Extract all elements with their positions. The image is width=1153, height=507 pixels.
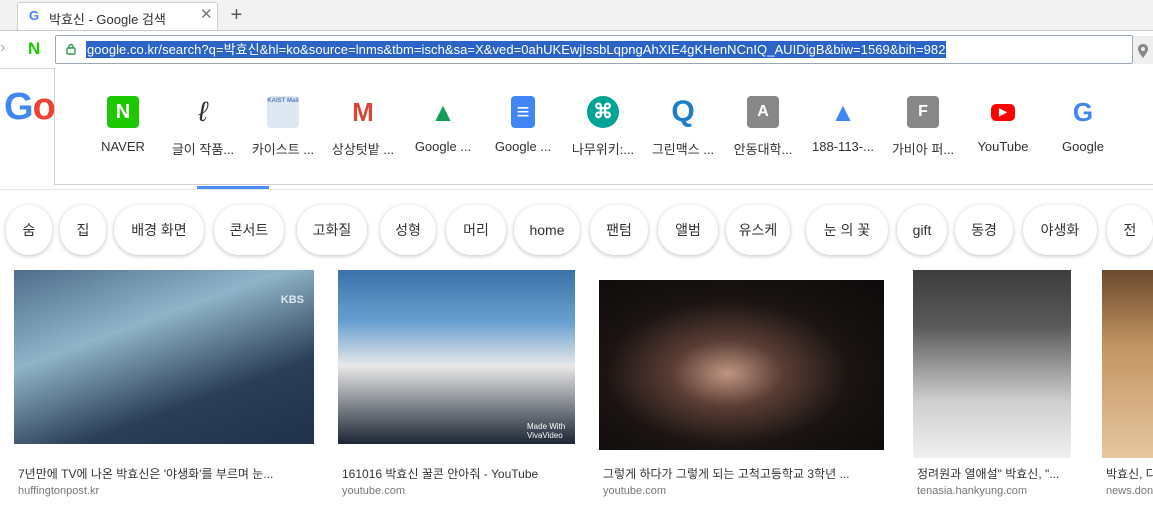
shortcut-tile[interactable]: ≡ Google ... bbox=[483, 96, 563, 166]
naver-icon: N bbox=[107, 96, 139, 128]
search-chip[interactable]: 눈 의 꽃 bbox=[806, 205, 888, 255]
letter-a-icon: A bbox=[747, 96, 779, 128]
youtube-icon: ▶ bbox=[991, 104, 1015, 121]
url-field[interactable]: google.co.kr/search?q=박효신&hl=ko&source=l… bbox=[55, 35, 1133, 64]
result-thumbnail[interactable]: KBS bbox=[14, 270, 314, 444]
shortcut-tile[interactable]: ℓ 글이 작품... bbox=[163, 96, 243, 166]
kaist-mail-icon: KAIST Mail bbox=[267, 96, 299, 128]
divider bbox=[0, 189, 1153, 190]
shortcut-tile[interactable]: ▶ YouTube bbox=[963, 96, 1043, 166]
google-ads-icon: ▲ bbox=[830, 97, 856, 127]
result-caption[interactable]: 정려원과 열애설" 박효신, "... bbox=[917, 465, 1071, 482]
google-icon: G bbox=[1072, 97, 1094, 127]
shortcut-label: 글이 작품... bbox=[171, 142, 235, 157]
result-thumbnail[interactable] bbox=[599, 280, 884, 450]
related-search-chips: 숨 집 배경 화면 콘서트 고화질 성형 머리 home 팬텀 앨범 유스케 눈 의 꽃 gift 동경 야… bbox=[0, 205, 1153, 255]
search-chip[interactable]: 집 bbox=[60, 205, 106, 255]
tab-title: 박효신 - Google 검색 bbox=[49, 12, 166, 27]
result-thumbnail[interactable] bbox=[1102, 270, 1153, 458]
shortcut-tile[interactable]: N NAVER bbox=[83, 96, 163, 166]
shortcut-tile[interactable]: M 상상텃밭 ... bbox=[323, 96, 403, 166]
shortcut-tile[interactable]: ▲ Google ... bbox=[403, 96, 483, 166]
result-caption[interactable]: 박효신, 다 bbox=[1106, 465, 1153, 482]
tab-close-icon[interactable]: ✕ bbox=[200, 7, 213, 23]
shortcut-label: 안동대학... bbox=[733, 142, 793, 157]
location-button[interactable] bbox=[1133, 36, 1153, 64]
shortcut-tile[interactable]: ⌘ 나무위키:... bbox=[563, 96, 643, 166]
url-text[interactable]: google.co.kr/search?q=박효신&hl=ko&source=l… bbox=[86, 41, 947, 58]
search-chip[interactable]: 머리 bbox=[446, 205, 506, 255]
shortcut-label: 그린맥스 ... bbox=[651, 142, 715, 157]
result-thumbnail[interactable] bbox=[913, 270, 1071, 458]
shortcut-label: 나무위키:... bbox=[571, 142, 635, 157]
thumbnail-watermark: Made With VivaVideo bbox=[527, 422, 566, 440]
lock-icon bbox=[66, 43, 76, 55]
shortcut-dropdown: N NAVER ℓ 글이 작품... KAIST Mail 카이스트 ... M 상상텃밭 .… bbox=[54, 68, 1153, 185]
shortcut-label: 188-113-... bbox=[812, 139, 874, 154]
result-source: youtube.com bbox=[342, 485, 405, 497]
back-arrow-icon[interactable]: › bbox=[0, 39, 5, 57]
google-logo[interactable]: Go bbox=[4, 85, 56, 129]
shortcut-label: YouTube bbox=[977, 139, 1029, 154]
tab-strip: G 박효신 - Google 검색 ✕ + bbox=[0, 0, 1153, 31]
signature-icon: ℓ bbox=[198, 96, 208, 127]
naver-toolbar-icon[interactable]: N bbox=[28, 40, 44, 58]
search-chip[interactable]: 전 bbox=[1107, 205, 1153, 255]
shortcut-tile[interactable]: KAIST Mail 카이스트 ... bbox=[243, 96, 323, 166]
search-chip[interactable]: 유스케 bbox=[726, 205, 790, 255]
address-bar-row: › N google.co.kr/search?q=박효신&hl=ko&sour… bbox=[0, 31, 1153, 69]
new-tab-button[interactable]: + bbox=[221, 2, 252, 29]
shortcut-label: 가비아 퍼... bbox=[891, 142, 955, 157]
shortcut-tile[interactable]: Q 그린맥스 ... bbox=[643, 96, 723, 166]
search-chip[interactable]: 배경 화면 bbox=[114, 205, 204, 255]
google-favicon-icon: G bbox=[28, 8, 40, 23]
google-docs-icon: ≡ bbox=[511, 96, 535, 128]
shortcut-tile[interactable]: F 가비아 퍼... bbox=[883, 96, 963, 166]
shortcut-label: Google ... bbox=[414, 139, 472, 154]
google-drive-icon: ▲ bbox=[430, 97, 456, 127]
gmail-icon: M bbox=[352, 97, 374, 127]
search-chip[interactable]: 앨범 bbox=[658, 205, 718, 255]
search-chip[interactable]: 숨 bbox=[6, 205, 52, 255]
search-chip[interactable]: 고화질 bbox=[297, 205, 367, 255]
result-source: news.don bbox=[1106, 485, 1153, 497]
result-source: huffingtonpost.kr bbox=[18, 485, 100, 497]
shortcut-tile[interactable]: A 안동대학... bbox=[723, 96, 803, 166]
shortcut-label: Google ... bbox=[494, 139, 552, 154]
shortcut-label: 상상텃밭 ... bbox=[331, 142, 395, 157]
search-chip[interactable]: home bbox=[514, 205, 580, 255]
location-pin-icon bbox=[1138, 44, 1148, 58]
result-caption[interactable]: 그렇게 하다가 그렇게 되는 고척고등학교 3학년 ... bbox=[603, 465, 884, 482]
search-chip[interactable]: 야생화 bbox=[1023, 205, 1097, 255]
thumbnail-watermark: KBS bbox=[280, 294, 304, 306]
result-caption[interactable]: 7년만에 TV에 나온 박효신은 '야생화'를 부르며 눈... bbox=[18, 465, 314, 482]
shortcut-label: 카이스트 ... bbox=[251, 142, 315, 157]
greenmax-icon: Q bbox=[671, 95, 695, 128]
search-chip[interactable]: 팬텀 bbox=[590, 205, 648, 255]
letter-f-icon: F bbox=[907, 96, 939, 128]
shortcut-label: Google bbox=[1062, 139, 1104, 154]
result-source: tenasia.hankyung.com bbox=[917, 485, 1028, 497]
result-thumbnail[interactable]: Made With VivaVideo bbox=[338, 270, 575, 444]
result-caption[interactable]: 161016 박효신 꿀콘 안아줘 - YouTube bbox=[342, 465, 575, 482]
shortcut-tile[interactable]: G Google bbox=[1043, 96, 1123, 166]
shortcut-label: NAVER bbox=[101, 139, 145, 154]
namuwiki-icon: ⌘ bbox=[587, 96, 619, 128]
shortcut-tile[interactable]: ▲ 188-113-... bbox=[803, 96, 883, 166]
search-chip[interactable]: gift bbox=[897, 205, 947, 255]
result-source: youtube.com bbox=[603, 485, 666, 497]
search-chip[interactable]: 콘서트 bbox=[214, 205, 284, 255]
search-chip[interactable]: 동경 bbox=[955, 205, 1013, 255]
search-chip[interactable]: 성형 bbox=[380, 205, 436, 255]
active-tab[interactable]: G 박효신 - Google 검색 ✕ bbox=[17, 2, 218, 30]
